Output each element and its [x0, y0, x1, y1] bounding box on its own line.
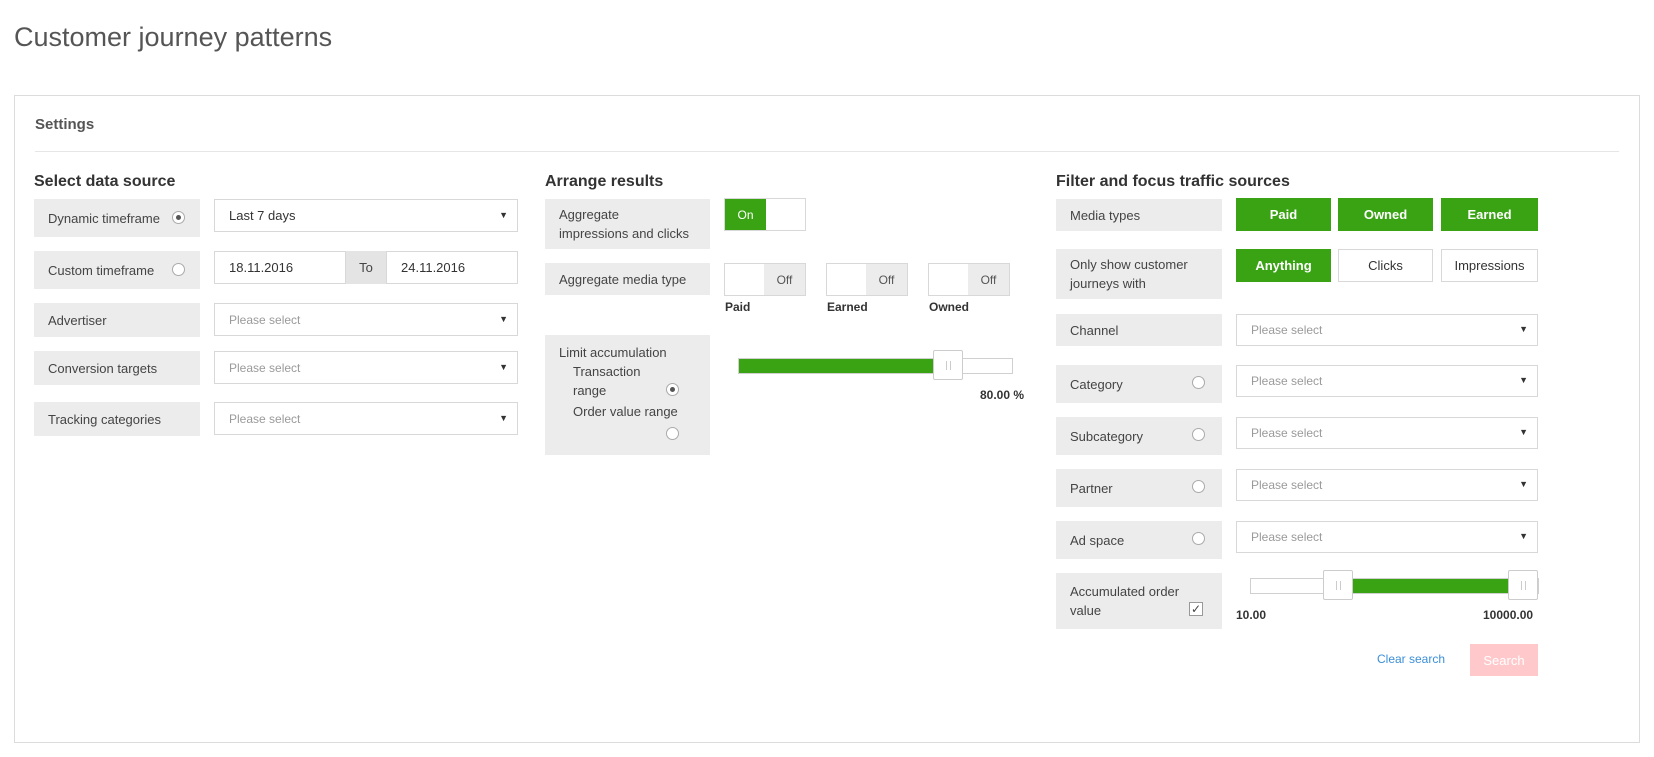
- clear-search-link[interactable]: Clear search: [1377, 652, 1445, 666]
- toggle-off-label: Off: [968, 264, 1009, 295]
- only-show-label: Only show customer journeys with: [1056, 249, 1222, 299]
- toggle-on-label: On: [725, 199, 766, 230]
- divider: [35, 151, 1619, 152]
- order-slider-handle-min[interactable]: [1323, 570, 1353, 600]
- conversion-targets-select[interactable]: Please select ▼: [214, 351, 518, 384]
- media-owned-button[interactable]: Owned: [1338, 198, 1433, 231]
- order-slider-fill: [1338, 579, 1523, 593]
- aggregate-impressions-toggle[interactable]: On: [724, 198, 806, 231]
- dynamic-timeframe-select[interactable]: Last 7 days ▼: [214, 199, 518, 232]
- chevron-down-icon: ▼: [1519, 427, 1528, 437]
- dynamic-timeframe-radio[interactable]: [172, 211, 185, 224]
- show-impressions-button[interactable]: Impressions: [1441, 249, 1538, 282]
- advertiser-label: Advertiser: [34, 303, 200, 337]
- toggle-owned[interactable]: Off: [928, 263, 1010, 296]
- subcategory-radio[interactable]: [1192, 428, 1205, 441]
- order-min-value: 10.00: [1236, 608, 1267, 622]
- chevron-down-icon: ▼: [499, 361, 508, 372]
- media-types-label: Media types: [1056, 199, 1222, 231]
- date-from-input[interactable]: 18.11.2016: [214, 251, 346, 284]
- channel-label: Channel: [1056, 314, 1222, 346]
- ad-space-radio[interactable]: [1192, 532, 1205, 545]
- toggle-earned-label: Earned: [827, 300, 868, 314]
- limit-value: 80.00 %: [980, 388, 1025, 402]
- partner-radio[interactable]: [1192, 480, 1205, 493]
- limit-slider-fill: [739, 359, 948, 373]
- chevron-down-icon: ▼: [1519, 479, 1528, 489]
- toggle-paid-label: Paid: [725, 300, 751, 314]
- data-source-heading: Select data source: [34, 173, 176, 190]
- tracking-categories-select[interactable]: Please select ▼: [214, 402, 518, 435]
- settings-panel: Settings Select data source Dynamic time…: [14, 95, 1640, 743]
- limit-accumulation-label: Limit accumulation: [559, 345, 667, 360]
- aggregate-media-label: Aggregate media type: [545, 263, 710, 295]
- date-to-input[interactable]: 24.11.2016: [386, 251, 518, 284]
- order-value-range-radio[interactable]: [666, 427, 679, 440]
- toggle-off-label: Off: [866, 264, 907, 295]
- toggle-off-label: Off: [764, 264, 805, 295]
- search-button[interactable]: Search: [1470, 644, 1538, 676]
- partner-select[interactable]: Please select ▼: [1236, 469, 1538, 501]
- ad-space-select[interactable]: Please select ▼: [1236, 521, 1538, 553]
- page-title: Customer journey patterns: [14, 22, 333, 52]
- transaction-range-radio[interactable]: [666, 383, 679, 396]
- media-paid-button[interactable]: Paid: [1236, 198, 1331, 231]
- conversion-targets-label: Conversion targets: [34, 351, 200, 385]
- advertiser-select[interactable]: Please select ▼: [214, 303, 518, 336]
- order-slider-track[interactable]: [1250, 570, 1539, 600]
- show-clicks-button[interactable]: Clicks: [1338, 249, 1433, 282]
- chevron-down-icon: ▼: [499, 412, 508, 423]
- date-to-label: To: [346, 251, 386, 284]
- tracking-categories-label: Tracking categories: [34, 402, 200, 436]
- toggle-earned[interactable]: Off: [826, 263, 908, 296]
- toggle-paid[interactable]: Off: [724, 263, 806, 296]
- toggle-owned-label: Owned: [929, 300, 970, 314]
- limit-accumulation-box: Limit accumulation Transaction range Ord…: [545, 335, 710, 455]
- chevron-down-icon: ▼: [1519, 375, 1528, 385]
- chevron-down-icon: ▼: [1519, 324, 1528, 334]
- category-select[interactable]: Please select ▼: [1236, 365, 1538, 397]
- chevron-down-icon: ▼: [499, 313, 508, 324]
- accumulated-order-checkbox[interactable]: ✓: [1189, 602, 1203, 616]
- order-max-value: 10000.00: [1483, 608, 1534, 622]
- settings-label: Settings: [35, 116, 95, 133]
- order-value-range-label: Order value range: [573, 404, 678, 419]
- custom-timeframe-radio[interactable]: [172, 263, 185, 276]
- channel-select[interactable]: Please select ▼: [1236, 314, 1538, 346]
- chevron-down-icon: ▼: [499, 209, 508, 220]
- limit-slider-track[interactable]: [738, 350, 1013, 380]
- aggregate-impressions-label: Aggregate impressions and clicks: [545, 199, 710, 249]
- subcategory-select[interactable]: Please select ▼: [1236, 417, 1538, 449]
- accumulated-order-label: Accumulated order value: [1056, 573, 1222, 629]
- limit-slider-handle[interactable]: [933, 350, 963, 380]
- show-anything-button[interactable]: Anything: [1236, 249, 1331, 282]
- order-slider-handle-max[interactable]: [1508, 570, 1538, 600]
- media-earned-button[interactable]: Earned: [1441, 198, 1538, 231]
- category-radio[interactable]: [1192, 376, 1205, 389]
- chevron-down-icon: ▼: [1519, 531, 1528, 541]
- arrange-heading: Arrange results: [545, 173, 664, 190]
- filter-heading: Filter and focus traffic sources: [1056, 173, 1290, 190]
